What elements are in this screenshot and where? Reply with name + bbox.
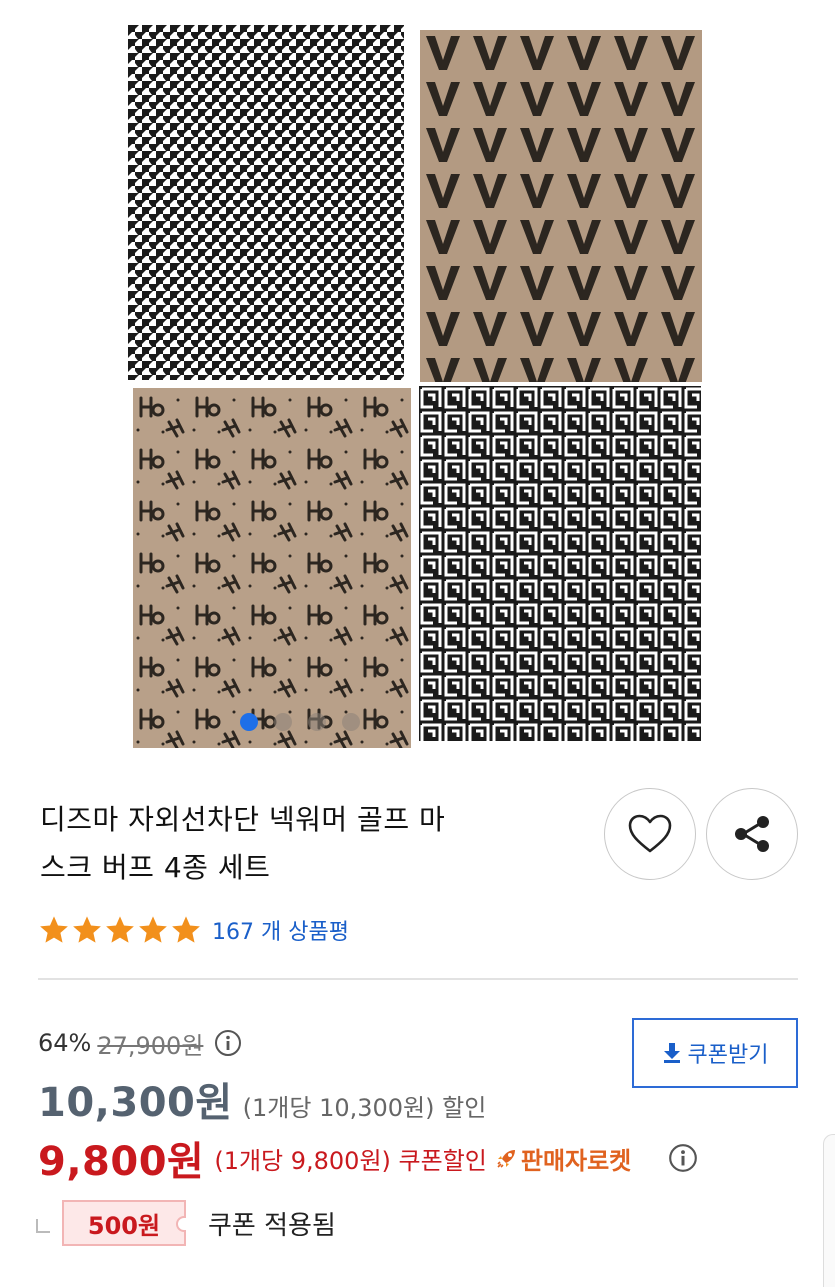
star-icon xyxy=(106,916,134,943)
sale-price: 10,300원 xyxy=(38,1080,233,1126)
product-title-line1: 디즈마 자외선차단 넥워머 골프 마 xyxy=(40,803,446,836)
houndstooth-swatch-image xyxy=(128,25,404,380)
star-icon xyxy=(40,916,68,943)
coupon-price-line: 9,800원 (1개당 9,800원) 쿠폰할인 판매자로켓 xyxy=(38,1130,699,1186)
coupon-applied-line: 500원 쿠폰 적용됨 xyxy=(36,1200,336,1246)
review-count-link[interactable]: 167 개 상품평 xyxy=(212,914,349,946)
product-title-line2: 스크 버프 4종 세트 xyxy=(40,851,271,884)
coupon-amount: 500원 xyxy=(87,1211,161,1240)
sub-item-corner-icon xyxy=(36,1219,50,1233)
coupon-applied-text: 쿠폰 적용됨 xyxy=(208,1210,336,1241)
download-icon xyxy=(663,1043,680,1063)
product-image-gallery[interactable] xyxy=(0,0,835,760)
sale-unit-price: (1개당 10,300원) 할인 xyxy=(242,1094,487,1122)
floating-panel-edge xyxy=(823,1134,835,1287)
coupon-amount-tag: 500원 xyxy=(62,1200,186,1246)
ho-pattern-swatch-image xyxy=(133,388,411,748)
pagination-dot-active[interactable] xyxy=(240,713,258,731)
pagination-dot[interactable] xyxy=(308,713,326,731)
pagination-dot[interactable] xyxy=(274,713,292,731)
review-suffix: 개 상품평 xyxy=(261,920,349,945)
coupon-button-label: 쿠폰받기 xyxy=(687,1043,769,1068)
info-icon[interactable] xyxy=(213,1028,243,1058)
original-price: 27,900원 xyxy=(97,1031,204,1060)
info-icon[interactable] xyxy=(667,1142,699,1174)
wishlist-button[interactable] xyxy=(604,788,696,880)
sale-price-line: 10,300원 (1개당 10,300원) 할인 xyxy=(38,1070,486,1126)
coupon-unit-price: (1개당 9,800원) 쿠폰할인 xyxy=(214,1146,487,1175)
section-divider xyxy=(38,978,798,980)
coupon-price: 9,800원 xyxy=(38,1139,205,1185)
coupon-notch xyxy=(176,1216,186,1232)
product-title: 디즈마 자외선차단 넥워머 골프 마 스크 버프 4종 세트 xyxy=(40,796,540,892)
star-icon xyxy=(172,916,200,943)
rating-summary[interactable]: 167 개 상품평 xyxy=(38,912,349,948)
maze-pattern-swatch-image xyxy=(419,386,701,741)
gallery-pagination xyxy=(240,712,360,732)
review-count: 167 xyxy=(212,920,254,945)
discount-line: 64% 27,900원 xyxy=(38,1025,243,1061)
share-icon xyxy=(735,816,769,852)
seller-rocket-badge: 판매자로켓 xyxy=(495,1141,631,1176)
star-icon xyxy=(73,916,101,943)
download-coupon-button[interactable]: 쿠폰받기 xyxy=(632,1018,798,1088)
pagination-dot[interactable] xyxy=(342,713,360,731)
share-button[interactable] xyxy=(706,788,798,880)
rocket-icon xyxy=(497,1150,515,1168)
discount-percent: 64% xyxy=(38,1029,92,1057)
star-rating xyxy=(38,914,202,946)
seller-rocket-label: 판매자로켓 xyxy=(520,1146,632,1175)
star-icon xyxy=(139,916,167,943)
heart-outline-icon xyxy=(628,814,672,853)
v-pattern-swatch-image xyxy=(420,30,702,382)
